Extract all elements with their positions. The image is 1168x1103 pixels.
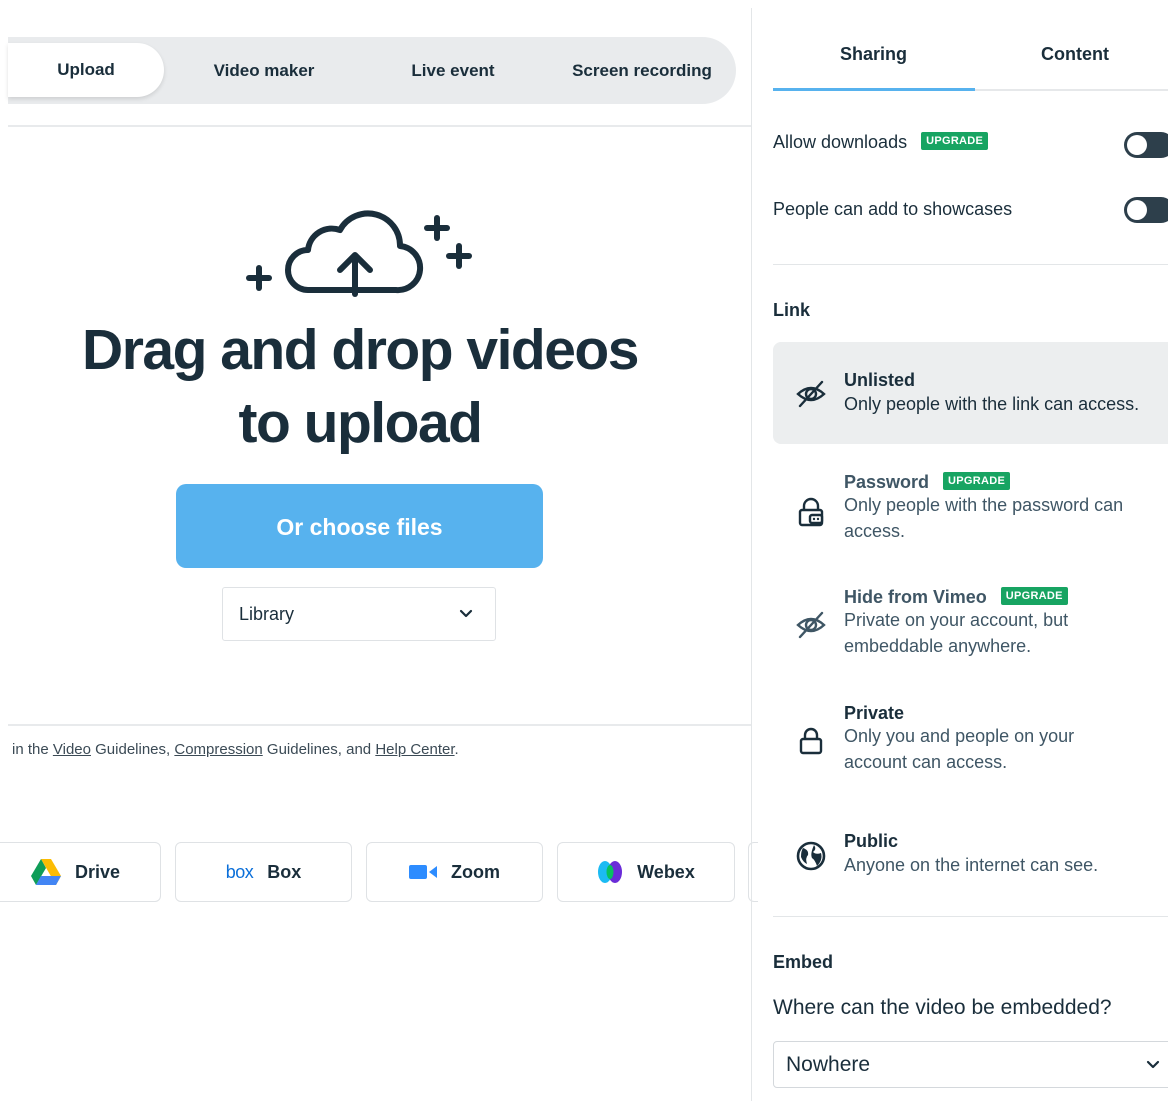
guidelines-prefix: in the (12, 741, 53, 758)
globe-icon (796, 841, 826, 871)
link-option-desc: Private on your account, but embeddable … (844, 610, 1069, 656)
showcases-toggle[interactable] (1124, 197, 1168, 223)
service-label: Webex (637, 861, 695, 882)
link-option-desc: Anyone on the internet can see. (844, 855, 1099, 875)
lock-icon (799, 727, 823, 755)
tab-screen-recording[interactable]: Screen recording (556, 37, 728, 104)
divider (8, 125, 751, 127)
upload-tabs: Upload Video maker Live event Screen rec… (8, 37, 736, 104)
import-zoom-button[interactable]: Zoom (366, 842, 543, 902)
link-option-title: Unlisted (844, 370, 916, 390)
destination-select-value: Library (239, 604, 295, 624)
zoom-icon (409, 864, 437, 880)
video-guidelines-link[interactable]: Video (53, 741, 91, 758)
upgrade-badge[interactable]: UPGRADE (921, 132, 989, 151)
link-option-desc: Only you and people on your account can … (844, 726, 1075, 772)
import-webex-button[interactable]: Webex (557, 842, 735, 902)
eye-off-icon (796, 380, 826, 408)
showcases-label: People can add to showcases (773, 199, 1013, 219)
guidelines-mid: Guidelines, (90, 741, 175, 758)
divider (773, 264, 1168, 265)
tab-video-maker[interactable]: Video maker (178, 37, 350, 104)
active-tab-indicator (773, 88, 975, 91)
link-option-public[interactable]: Public Anyone on the internet can see. (773, 820, 1168, 900)
tab-sharing[interactable]: Sharing (840, 44, 907, 65)
upgrade-badge[interactable]: UPGRADE (1000, 587, 1068, 606)
allow-downloads-text: Allow downloads (773, 132, 908, 152)
box-logo: box (225, 861, 254, 882)
allow-downloads-toggle[interactable] (1124, 132, 1168, 158)
link-option-title: Hide from Vimeo UPGRADE (844, 587, 1068, 608)
chevron-down-icon (459, 588, 473, 660)
link-option-hide-from-vimeo[interactable]: Hide from Vimeo UPGRADE Private on your a… (773, 575, 1168, 675)
help-center-link[interactable]: Help Center (375, 741, 454, 758)
embed-question: Where can the video be embedded? (773, 996, 1112, 1019)
link-option-desc: Only people with the password can access… (844, 495, 1124, 541)
allow-downloads-label: Allow downloads UPGRADE (773, 132, 989, 153)
tab-live-event[interactable]: Live event (368, 37, 538, 104)
link-option-private[interactable]: Private Only you and people on your acco… (773, 692, 1168, 792)
link-option-desc: Only people with the link can access. (844, 394, 1140, 414)
link-option-title: Private (844, 703, 905, 723)
password-lock-icon (798, 497, 824, 527)
chevron-down-icon (1146, 1042, 1160, 1103)
cloud-upload-icon (246, 210, 472, 297)
eye-off-icon (796, 611, 826, 639)
tab-upload[interactable]: Upload (8, 43, 164, 97)
embed-select[interactable]: Nowhere (773, 1041, 1168, 1088)
embed-select-value: Nowhere (786, 1053, 871, 1076)
destination-select[interactable]: Library (222, 587, 496, 641)
upgrade-badge[interactable]: UPGRADE (943, 472, 1011, 491)
import-more-button[interactable] (748, 842, 758, 902)
import-drive-button[interactable]: Drive (0, 842, 161, 902)
webex-icon (597, 860, 623, 884)
link-option-title: Public (844, 831, 899, 851)
service-label: Drive (74, 861, 121, 882)
divider (8, 724, 751, 726)
link-option-title-text: Password (844, 472, 930, 492)
link-option-title: Password UPGRADE (844, 472, 1011, 493)
guidelines-mid: Guidelines, and (262, 741, 376, 758)
service-label: Zoom (451, 861, 500, 882)
link-option-title-text: Hide from Vimeo (844, 587, 987, 607)
panel-divider (751, 8, 752, 1101)
import-box-button[interactable]: box Box (175, 842, 352, 902)
link-option-unlisted[interactable]: Unlisted Only people with the link can a… (773, 342, 1168, 444)
embed-section-title: Embed (773, 952, 834, 972)
service-label: Box (267, 861, 302, 882)
divider (773, 916, 1168, 917)
link-option-password[interactable]: Password UPGRADE Only people with the pas… (773, 460, 1168, 560)
headline-line-2: to upload (238, 391, 483, 455)
guidelines-text: in the Video Guidelines, Compression Gui… (12, 741, 459, 758)
google-drive-icon (30, 859, 61, 885)
compression-guidelines-link[interactable]: Compression (174, 741, 262, 758)
link-section-title: Link (773, 300, 811, 320)
tab-content[interactable]: Content (1041, 44, 1109, 65)
headline-line-1: Drag and drop videos (82, 318, 639, 382)
guidelines-suffix: . (454, 741, 459, 758)
choose-files-button[interactable]: Or choose files (176, 484, 543, 568)
